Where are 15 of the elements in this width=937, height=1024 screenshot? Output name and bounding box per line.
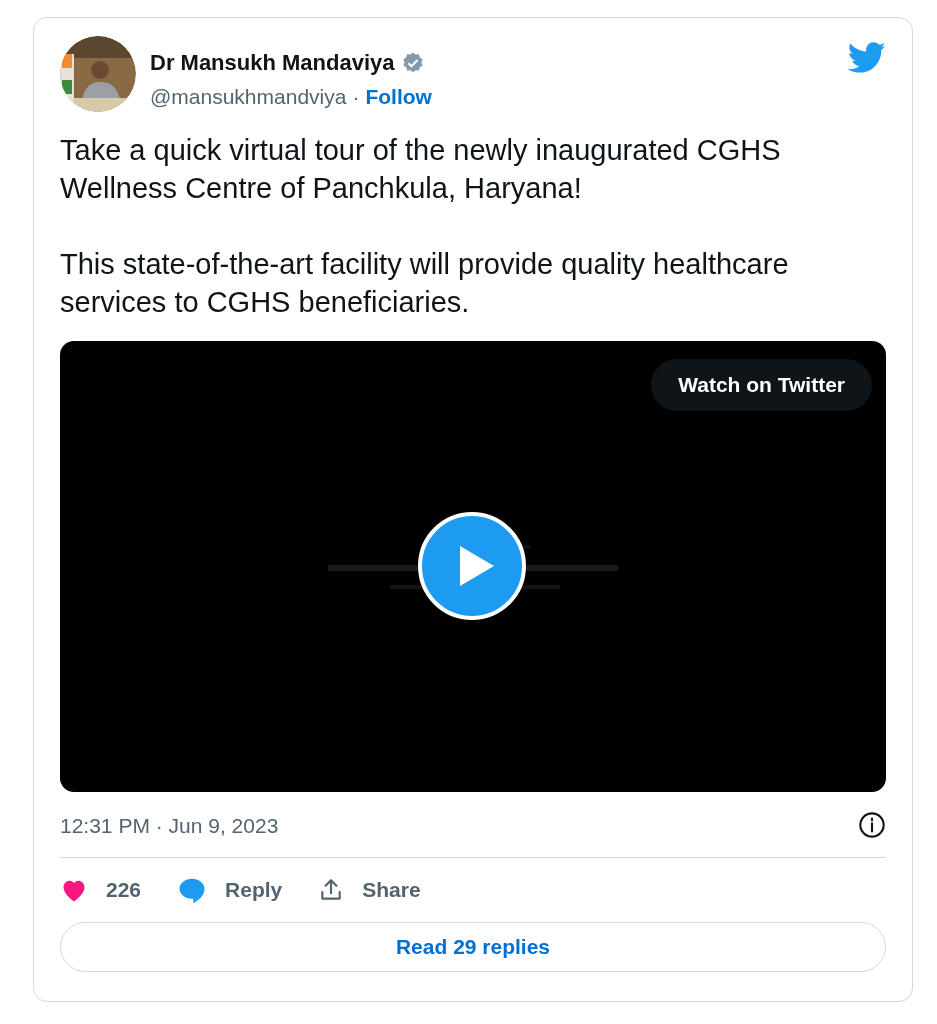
info-icon[interactable] bbox=[858, 811, 886, 840]
tweet-text: This state-of-the-art facility will provide quality healthcare services to CGHS beneficiaries. bbox=[60, 246, 790, 320]
separator-dot: · bbox=[352, 84, 360, 110]
watch-on-twitter-button[interactable]: Watch on Twitter bbox=[651, 358, 872, 411]
author-handle[interactable]: @mansukhmandviya bbox=[150, 81, 347, 113]
bird-logo-icon bbox=[848, 42, 886, 74]
play-button-icon[interactable] bbox=[418, 511, 526, 620]
read-replies-button[interactable]: Read 29 replies bbox=[60, 921, 886, 972]
follow-link[interactable]: Follow bbox=[365, 81, 432, 113]
reply-action[interactable]: Reply bbox=[177, 874, 283, 906]
share-action[interactable]: Share bbox=[318, 874, 421, 906]
timestamp-link[interactable]: 12:31 PM · Jun 9, 2023 bbox=[60, 809, 279, 841]
like-action[interactable]: 226 bbox=[60, 874, 142, 906]
author-name[interactable]: Dr Mansukh Mandaviya bbox=[150, 46, 395, 79]
tweet-text: Take a quick virtual tour of the newly inaugurated CGHS Wellness Centre of Panchkula, Haryana! bbox=[60, 132, 782, 206]
